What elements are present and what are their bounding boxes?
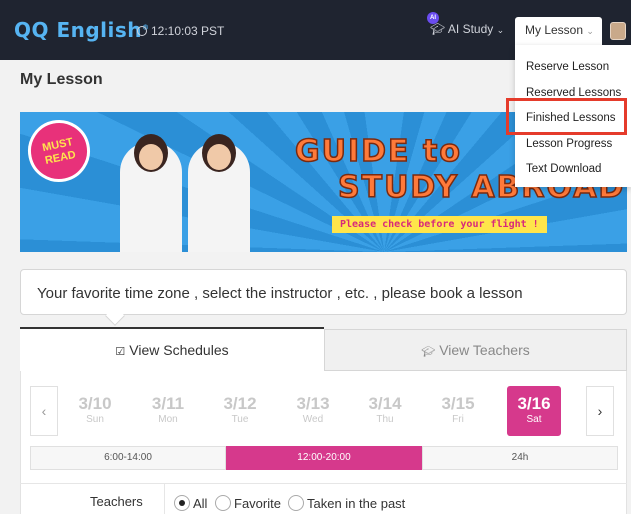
time-slot-button[interactable]: 24h	[422, 446, 618, 470]
day-button[interactable]: 3/10 Sun	[68, 386, 122, 436]
my-lesson-menu[interactable]: My Lesson ⌄	[515, 17, 602, 45]
page-title: My Lesson	[20, 71, 103, 88]
teachers-filter-label: Teachers	[90, 494, 143, 509]
filter-favorite-radio[interactable]	[215, 495, 231, 511]
clock: 12:10:03 PST	[137, 24, 224, 38]
avatar[interactable]	[610, 22, 626, 40]
prev-week-button[interactable]: ‹	[30, 386, 58, 436]
filter-taken-radio[interactable]	[288, 495, 304, 511]
banner-person	[188, 134, 250, 252]
day-button[interactable]: 3/14 Thu	[358, 386, 412, 436]
time-slot-button[interactable]: 6:00-14:00	[30, 446, 226, 470]
filter-all-radio[interactable]	[174, 495, 190, 511]
chevron-down-icon: ⌄	[586, 26, 594, 36]
banner-person	[120, 134, 182, 252]
banner-heading-line1: GUIDE to	[294, 133, 462, 170]
menu-item-text-download[interactable]: Text Download	[515, 157, 631, 183]
qq-english-logo[interactable]: QQ English®	[14, 18, 150, 42]
highlight-annotation	[506, 98, 627, 135]
tab-view-schedules[interactable]: ☑︎ View Schedules	[20, 327, 324, 371]
next-week-button[interactable]: ›	[586, 386, 614, 436]
filter-favorite-label[interactable]: Favorite	[234, 496, 281, 511]
divider	[20, 483, 627, 484]
chevron-down-icon: ⌄	[496, 25, 505, 35]
ai-study-menu[interactable]: 🎓︎ AI Study ⌄	[430, 22, 504, 36]
graduation-cap-icon: 🎓︎	[430, 22, 448, 36]
tab-view-teachers[interactable]: 🎓︎ View Teachers	[324, 329, 627, 371]
graduation-cap-icon: 🎓︎	[421, 346, 436, 358]
filter-taken-label[interactable]: Taken in the past	[307, 496, 405, 511]
clock-icon	[137, 26, 147, 36]
day-button[interactable]: 3/15 Fri	[431, 386, 485, 436]
day-button[interactable]: 3/12 Tue	[213, 386, 267, 436]
calendar-check-icon: ☑︎	[115, 346, 126, 358]
banner-flight-note: Please check before your flight !	[332, 216, 547, 233]
menu-item-reserve-lesson[interactable]: Reserve Lesson	[515, 55, 631, 81]
time-slot-button-selected[interactable]: 12:00-20:00	[226, 446, 422, 470]
day-button[interactable]: 3/11 Mon	[141, 386, 195, 436]
day-button-selected[interactable]: 3/16 Sat	[507, 386, 561, 436]
day-button[interactable]: 3/13 Wed	[286, 386, 340, 436]
filter-all-label[interactable]: All	[193, 496, 207, 511]
clock-time: 12:10:03 PST	[151, 24, 225, 38]
menu-item-lesson-progress[interactable]: Lesson Progress	[515, 132, 631, 158]
divider	[164, 484, 165, 514]
